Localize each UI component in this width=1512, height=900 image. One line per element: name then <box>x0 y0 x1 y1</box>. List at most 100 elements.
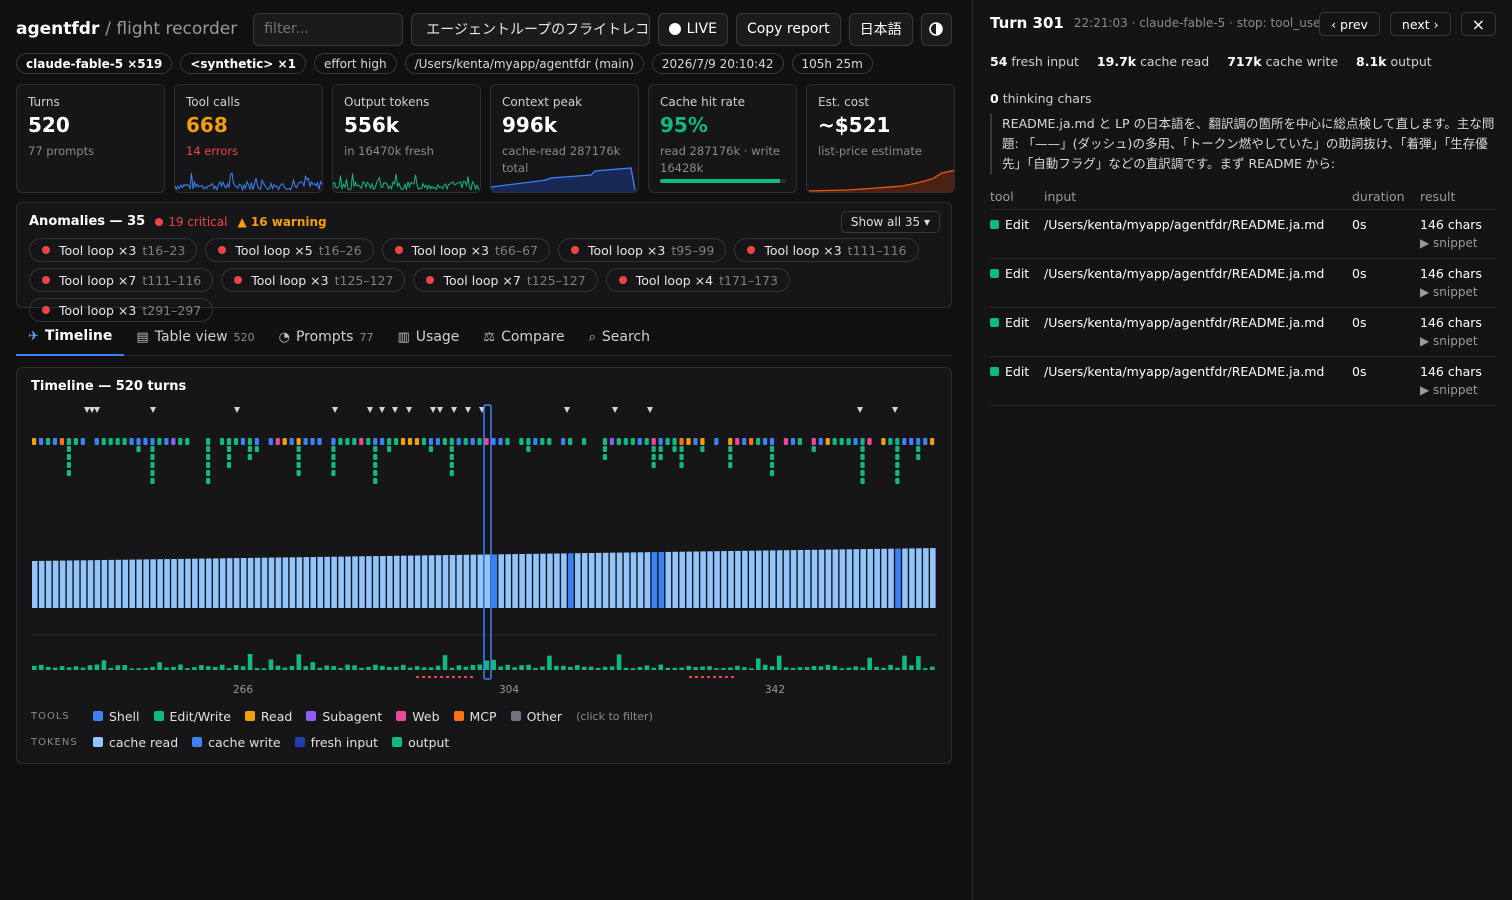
tool-call-mark <box>185 438 190 445</box>
legend-shell[interactable]: Shell <box>93 709 140 724</box>
prev-turn-button[interactable]: ‹ prev <box>1319 12 1380 36</box>
tool-call-mark <box>916 446 921 452</box>
theme-toggle-button[interactable] <box>920 12 952 46</box>
copy-report-button[interactable]: Copy report <box>735 12 841 46</box>
tool-call-mark <box>206 462 211 468</box>
output-bar <box>94 664 100 670</box>
snippet-toggle[interactable]: ▶ snippet <box>1420 236 1496 250</box>
next-turn-button[interactable]: next › <box>1389 12 1451 36</box>
token-bar <box>108 559 115 608</box>
anomaly-pill[interactable]: Tool loop ×3 t125–127 <box>221 268 406 292</box>
tool-call-mark <box>895 454 900 460</box>
output-bar <box>909 665 914 670</box>
filter-input[interactable] <box>253 12 404 46</box>
tab-prompts[interactable]: ◔ Prompts 77 <box>267 318 386 356</box>
anomaly-pill[interactable]: Tool loop ×4 t171–173 <box>605 268 790 292</box>
output-bar <box>874 666 879 670</box>
table-row[interactable]: Edit /Users/kenta/myapp/agentfdr/README.… <box>990 308 1496 357</box>
tool-call-mark <box>317 438 322 445</box>
anomaly-pill[interactable]: Tool loop ×7 t111–116 <box>29 268 214 292</box>
output-bar <box>616 654 622 670</box>
snippet-toggle[interactable]: ▶ snippet <box>1420 334 1496 348</box>
tab-search[interactable]: ⌕ Search <box>577 318 662 356</box>
output-bar <box>651 667 657 670</box>
legend-edit-write[interactable]: Edit/Write <box>153 709 231 724</box>
tool-call-mark <box>700 446 705 452</box>
token-bar <box>407 555 414 608</box>
token-bar <box>261 557 268 608</box>
table-row[interactable]: Edit /Users/kenta/myapp/agentfdr/README.… <box>990 259 1496 308</box>
token-bar <box>428 555 435 608</box>
table-row[interactable]: Edit /Users/kenta/myapp/agentfdr/README.… <box>990 210 1496 259</box>
tool-call-mark <box>651 438 656 445</box>
snippet-toggle[interactable]: ▶ snippet <box>1420 285 1496 299</box>
tool-call-mark <box>860 454 865 460</box>
output-bar <box>526 664 531 670</box>
token-bar <box>707 551 713 608</box>
tool-call-mark <box>310 438 315 445</box>
tool-call-mark <box>254 438 259 445</box>
tool-call-mark <box>581 438 587 445</box>
output-bar <box>575 665 580 670</box>
token-bar <box>804 549 811 608</box>
critical-count: 19 critical <box>155 215 227 229</box>
legend-subagent[interactable]: Subagent <box>306 709 382 724</box>
token-bar <box>575 553 581 608</box>
legend-mcp[interactable]: MCP <box>453 709 497 724</box>
live-button[interactable]: LIVE <box>657 12 728 46</box>
anomaly-pill[interactable]: Tool loop ×3 t95–99 <box>557 238 727 262</box>
output-bar <box>693 667 698 670</box>
tool-call-mark <box>728 462 733 468</box>
table-row[interactable]: Edit /Users/kenta/myapp/agentfdr/README.… <box>990 357 1496 406</box>
turns-value: 520 <box>28 113 70 137</box>
token-bar <box>630 552 637 608</box>
anomaly-pill[interactable]: Tool loop ×5 t16–26 <box>205 238 374 262</box>
tool-call-mark <box>226 454 232 460</box>
token-bar <box>637 552 644 608</box>
anomaly-pill[interactable]: Tool loop ×3 t111–116 <box>734 238 919 262</box>
language-button[interactable]: 日本語 <box>848 12 913 46</box>
tool-call-mark <box>296 462 301 468</box>
anomaly-pill[interactable]: Tool loop ×3 t16–23 <box>29 238 198 262</box>
output-bar <box>881 667 886 670</box>
token-bar <box>588 553 595 608</box>
tool-call-mark <box>895 470 900 476</box>
tab-timeline[interactable]: ✈ Timeline <box>16 318 125 356</box>
legend-read[interactable]: Read <box>244 709 292 724</box>
snippet-toggle[interactable]: ▶ snippet <box>1420 383 1496 397</box>
anomaly-pill[interactable]: Tool loop ×3 t66–67 <box>381 238 550 262</box>
tool-call-mark <box>672 438 677 445</box>
tool-call-mark <box>860 478 865 484</box>
legend-other[interactable]: Other <box>510 709 562 724</box>
tab-table-view[interactable]: ▤ Table view 520 <box>124 318 266 356</box>
anomaly-marker <box>89 407 95 413</box>
token-bar <box>853 549 860 608</box>
tool-call-mark <box>867 438 872 445</box>
session-select[interactable]: エージェントループのフライトレコーダー▾ <box>411 12 650 46</box>
selected-turn-cursor <box>483 404 492 680</box>
output-bar <box>449 667 455 670</box>
output-bar <box>644 665 650 670</box>
close-icon[interactable]: × <box>1460 12 1496 36</box>
tool-call-mark <box>902 438 907 445</box>
show-all-anomalies-button[interactable]: Show all 35 ▾ <box>840 211 940 233</box>
output-bar <box>87 665 93 670</box>
tab-usage[interactable]: ▥ Usage <box>385 318 471 356</box>
output-bar <box>157 662 162 670</box>
tab-compare[interactable]: ⚖ Compare <box>471 318 576 356</box>
timeline-chart[interactable]: 266 304 342 <box>17 368 953 698</box>
token-bar <box>45 560 52 608</box>
anomaly-pill[interactable]: Tool loop ×7 t125–127 <box>413 268 598 292</box>
token-bar <box>693 551 699 608</box>
tool-call-mark <box>129 438 134 445</box>
tool-call-mark <box>602 454 608 460</box>
tool-call-mark <box>101 438 106 445</box>
token-bar <box>219 558 226 608</box>
tool-call-mark <box>254 446 259 452</box>
legend-web[interactable]: Web <box>396 709 440 724</box>
thinking-chars: 0 thinking chars <box>990 91 1092 106</box>
edit-tool-icon <box>990 318 999 327</box>
token-bar <box>783 550 790 608</box>
tool-call-mark <box>463 438 468 445</box>
cache-hit-progress <box>660 179 786 183</box>
